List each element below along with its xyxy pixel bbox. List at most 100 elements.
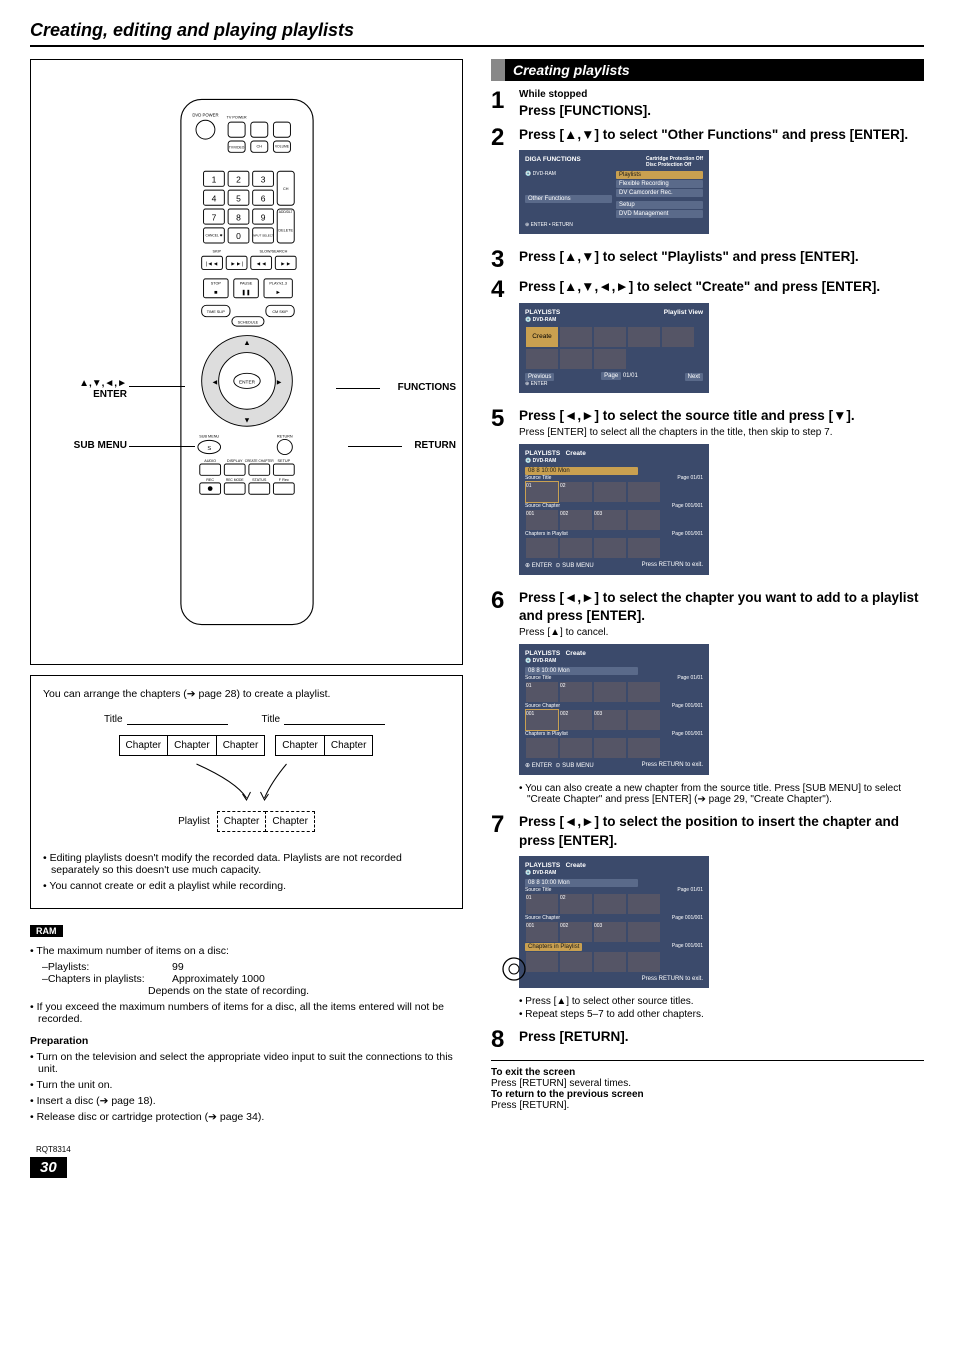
label-return: RETURN [414,440,456,451]
osd-create-insert: PLAYLISTS Create💿 DVD-RAM 08 8 10:00 Mon… [519,856,709,988]
svg-text:9: 9 [260,212,265,222]
prep-2: • Turn the unit on. [30,1079,463,1091]
svg-text:SKIP: SKIP [212,249,221,253]
svg-text:DISPLAY: DISPLAY [226,459,242,463]
section-heading: Creating playlists [491,59,924,81]
label-functions: FUNCTIONS [398,382,456,393]
prep-3: • Insert a disc (➔ page 18). [30,1095,463,1107]
ram-badge: RAM [30,925,63,937]
svg-text:►►: ►► [280,262,291,268]
page-title: Creating, editing and playing playlists [30,20,924,47]
diagram-note-1: • Editing playlists doesn't modify the r… [43,852,450,876]
svg-text:❚❚: ❚❚ [241,289,250,296]
preparation-heading: Preparation [30,1035,463,1047]
remote-diagram: ▲,▼,◄,► ENTER SUB MENU FUNCTIONS RETURN … [30,59,463,665]
svg-text:5: 5 [236,193,241,203]
left-column: ▲,▼,◄,► ENTER SUB MENU FUNCTIONS RETURN … [30,59,463,1127]
ram-exceed-note: • If you exceed the maximum numbers of i… [30,1001,463,1025]
svg-text:►: ► [275,378,282,387]
svg-text:TV/VIDEO: TV/VIDEO [228,146,244,150]
svg-text:◄◄: ◄◄ [255,262,266,268]
playlists-count-label: –Playlists: [42,961,172,973]
prep-1: • Turn on the television and select the … [30,1051,463,1075]
chapter-cell: Chapter [324,735,374,756]
svg-text:DVD POWER: DVD POWER [192,112,218,117]
playlist-label: Playlist [178,816,210,827]
svg-text:SLOW/SEARCH: SLOW/SEARCH [259,249,287,253]
svg-text:8: 8 [236,212,241,222]
svg-text:F Rec: F Rec [278,478,288,482]
label-arrows-enter: ▲,▼,◄,► ENTER [37,378,127,400]
step-4: 4 Press [▲,▼,◄,►] to select "Create" and… [491,278,924,400]
svg-text:TV POWER: TV POWER [226,115,246,119]
svg-text:INPUT SELECT: INPUT SELECT [252,233,274,237]
svg-text:PAUSE: PAUSE [239,282,252,286]
svg-text:REC: REC [206,478,214,482]
step-number: 6 [491,589,519,807]
step6-note: • You can also create a new chapter from… [519,783,924,805]
svg-text:PLAY/x1.3: PLAY/x1.3 [269,282,287,286]
step-number: 2 [491,126,519,242]
svg-text:►: ► [275,290,281,296]
svg-text:CH: CH [282,187,288,191]
step-number: 7 [491,813,519,1021]
chapters-count-label: –Chapters in playlists: [42,973,172,985]
svg-text:CREATE CHAPTER: CREATE CHAPTER [244,459,274,463]
step-number: 1 [491,89,519,120]
svg-text:S: S [207,446,211,452]
step-7: 7 Press [◄,►] to select the position to … [491,813,924,1021]
svg-text:AUDIO: AUDIO [204,459,216,463]
svg-text:6: 6 [260,193,265,203]
svg-text:RETURN: RETURN [276,435,292,439]
svg-text:2: 2 [236,175,241,185]
chapters-count-note: Depends on the state of recording. [30,985,463,997]
chapter-cell: Chapter [167,735,217,756]
osd-create-chapter: PLAYLISTS Create💿 DVD-RAM 08 8 10:00 Mon… [519,644,709,775]
step-number: 3 [491,248,519,272]
step-8: 8 Press [RETURN]. [491,1028,924,1052]
chapter-cell: Chapter [275,735,325,756]
svg-text:DELETE: DELETE [278,229,293,233]
svg-text:ENTER: ENTER [239,380,256,386]
step-2: 2 Press [▲,▼] to select "Other Functions… [491,126,924,242]
playlist-chapter-cell: Chapter [265,811,315,832]
osd-create-source: PLAYLISTS Create💿 DVD-RAM 08 8 10:00 Mon… [519,444,709,575]
svg-text:|◄◄: |◄◄ [205,262,218,268]
svg-text:►►|: ►►| [230,262,243,268]
page-number: 30 [30,1157,67,1178]
svg-text:TIME SLIP: TIME SLIP [206,310,225,314]
chapter-cell: Chapter [216,735,266,756]
svg-text:STATUS: STATUS [252,478,267,482]
chapters-count-value: Approximately 1000 [172,973,265,985]
ram-max-items: • The maximum number of items on a disc: [30,945,463,957]
step-5: 5 Press [◄,►] to select the source title… [491,407,924,583]
doc-code: RQT8314 [36,1145,71,1154]
chapter-cell: Chapter [119,735,169,756]
step-number: 8 [491,1028,519,1052]
chapter-playlist-diagram: You can arrange the chapters (➔ page 28)… [30,675,463,909]
step-number: 4 [491,278,519,400]
svg-text:SETUP: SETUP [277,459,290,463]
page-footer: RQT8314 30 [30,1157,924,1178]
svg-text:◄: ◄ [211,378,218,387]
svg-text:CANCEL ✱: CANCEL ✱ [205,233,222,237]
diagram-note-2: • You cannot create or edit a playlist w… [43,880,450,892]
remote-control-graphic: DVD POWER TV POWER TV/VIDEO CH VOLUME 12… [162,87,332,637]
svg-text:▲: ▲ [243,338,250,347]
svg-text:STOP: STOP [210,282,221,286]
step-3: 3 Press [▲,▼] to select "Playlists" and … [491,248,924,272]
label-submenu: SUB MENU [37,440,127,451]
svg-text:7: 7 [211,212,216,222]
prep-4: • Release disc or cartridge protection (… [30,1111,463,1123]
diagram-arrows [43,762,450,802]
osd-functions-menu: DIGA FUNCTIONSCartridge Protection OffDi… [519,150,709,234]
svg-text:0: 0 [236,231,241,241]
svg-text:▼: ▼ [243,415,250,424]
step7-note-2: • Repeat steps 5–7 to add other chapters… [519,1009,924,1020]
step-6: 6 Press [◄,►] to select the chapter you … [491,589,924,807]
svg-text:3: 3 [260,175,265,185]
step-1: 1 While stopped Press [FUNCTIONS]. [491,89,924,120]
svg-text:VOLUME: VOLUME [274,145,289,149]
svg-text:REC MODE: REC MODE [225,478,244,482]
exit-instructions: To exit the screen Press [RETURN] severa… [491,1060,924,1111]
